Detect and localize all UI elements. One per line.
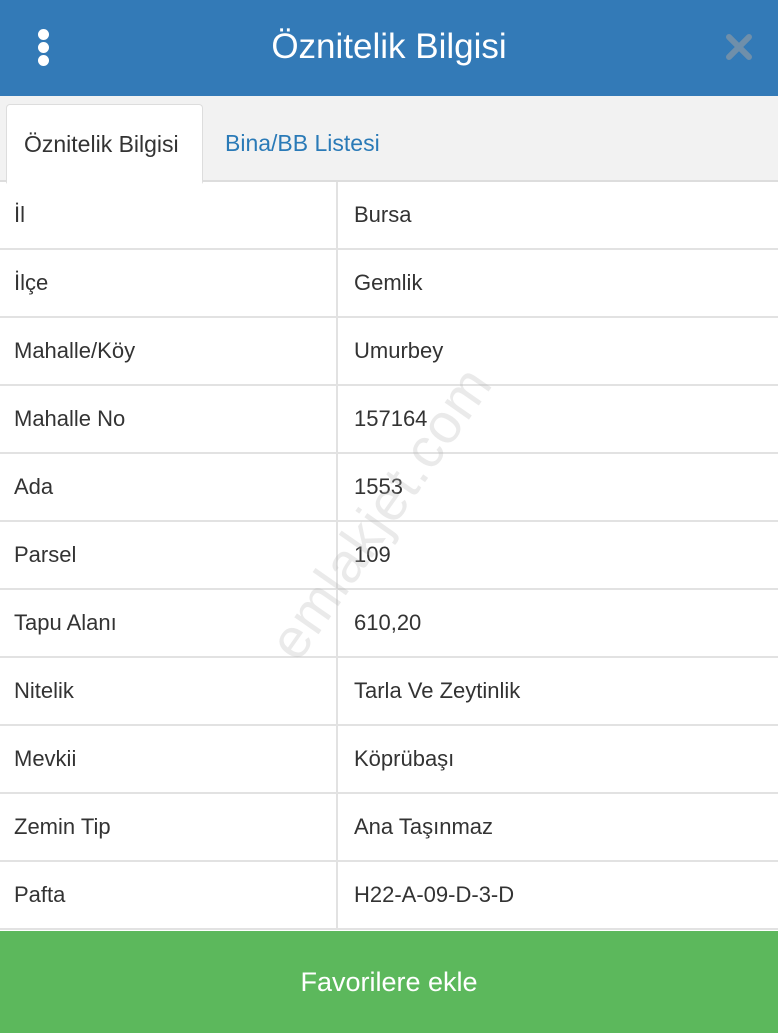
attribute-label: İlçe: [14, 270, 49, 295]
header-bar: Öznitelik Bilgisi: [0, 0, 778, 96]
table-row: Ada 1553: [0, 454, 778, 522]
tab-attribute-info[interactable]: Öznitelik Bilgisi: [6, 104, 203, 184]
attribute-label: İl: [14, 202, 25, 227]
column-divider: [336, 454, 338, 522]
column-divider: [336, 590, 338, 658]
column-divider: [336, 658, 338, 726]
column-divider: [336, 726, 338, 794]
table-row: Zemin Tip Ana Taşınmaz: [0, 794, 778, 862]
close-icon[interactable]: [722, 30, 756, 64]
column-divider: [336, 862, 338, 930]
attribute-value: 1553: [354, 474, 403, 499]
attribute-value: Bursa: [354, 202, 412, 227]
table-row: Mahalle/Köy Umurbey: [0, 318, 778, 386]
attribute-value: 610,20: [354, 610, 422, 635]
attribute-label: Parsel: [14, 542, 77, 567]
table-row: Parsel 109: [0, 522, 778, 590]
column-divider: [336, 386, 338, 454]
attribute-value: Ana Taşınmaz: [354, 814, 494, 839]
attribute-value: H22-A-09-D-3-D: [354, 882, 515, 907]
column-divider: [336, 182, 338, 250]
attribute-label: Mahalle/Köy: [14, 338, 136, 363]
column-divider: [336, 522, 338, 590]
attribute-value: Tarla Ve Zeytinlik: [354, 678, 521, 703]
add-to-favorites-button[interactable]: Favorilere ekle: [0, 931, 778, 1033]
attribute-value: Köprübaşı: [354, 746, 455, 771]
table-row: Mahalle No 157164: [0, 386, 778, 454]
attribute-value: 109: [354, 542, 391, 567]
attribute-label: Tapu Alanı: [14, 610, 117, 635]
attribute-table: İl Bursa İlçe Gemlik Mahalle/Köy Umurbey…: [0, 182, 778, 930]
table-row: Pafta H22-A-09-D-3-D: [0, 862, 778, 930]
column-divider: [336, 250, 338, 318]
attribute-value: Gemlik: [354, 270, 423, 295]
attribute-label: Mahalle No: [14, 406, 126, 431]
attribute-value: 157164: [354, 406, 428, 431]
attribute-label: Zemin Tip: [14, 814, 111, 839]
table-row: Tapu Alanı 610,20: [0, 590, 778, 658]
tab-building-list[interactable]: Bina/BB Listesi: [208, 104, 397, 182]
attribute-label: Ada: [14, 474, 54, 499]
page-title: Öznitelik Bilgisi: [271, 27, 507, 66]
column-divider: [336, 318, 338, 386]
attribute-value: Umurbey: [354, 338, 444, 363]
attribute-label: Pafta: [14, 882, 66, 907]
table-row: Nitelik Tarla Ve Zeytinlik: [0, 658, 778, 726]
column-divider: [336, 794, 338, 862]
attribute-label: Nitelik: [14, 678, 74, 703]
table-row: İl Bursa: [0, 182, 778, 250]
table-row: İlçe Gemlik: [0, 250, 778, 318]
tab-bar: Öznitelik Bilgisi Bina/BB Listesi: [0, 96, 778, 184]
table-row: Mevkii Köprübaşı: [0, 726, 778, 794]
attribute-label: Mevkii: [14, 746, 77, 771]
